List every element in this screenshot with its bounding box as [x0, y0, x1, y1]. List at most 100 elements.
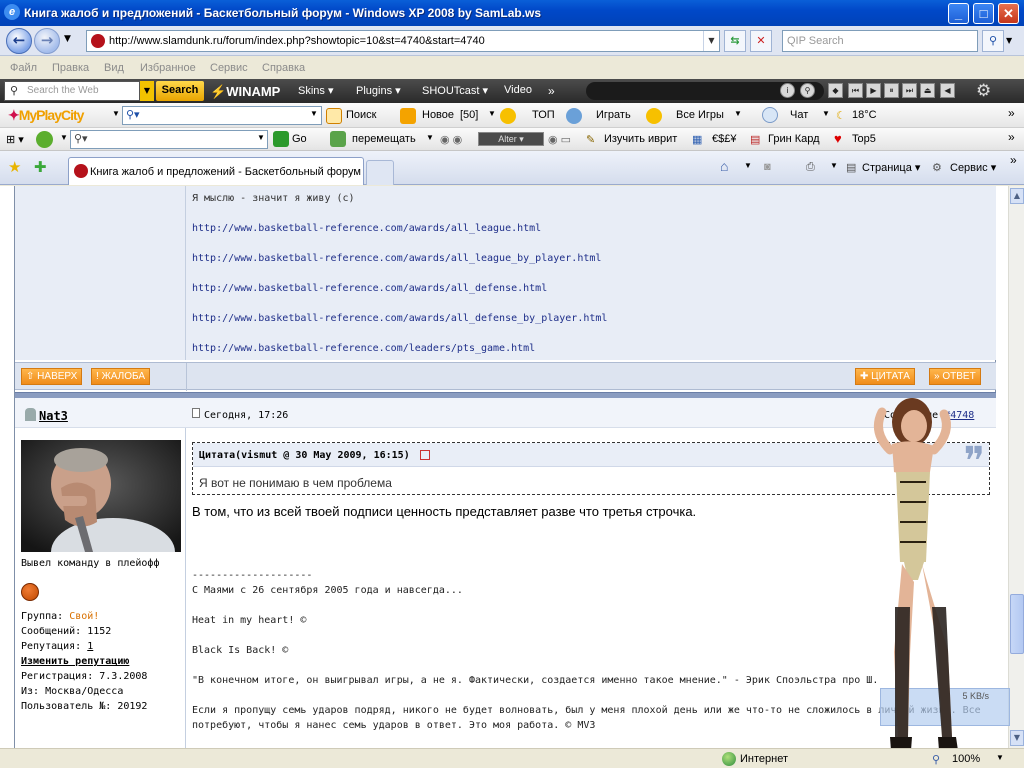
history-dropdown-icon[interactable]: ▼	[64, 34, 71, 44]
chat-icon[interactable]	[762, 107, 778, 123]
report-button[interactable]: ! ЖАЛОБА	[91, 368, 151, 385]
signature-link[interactable]: http://www.basketball-reference.com/awar…	[192, 283, 547, 294]
mute-icon[interactable]: ◀	[940, 83, 955, 98]
bing-dropdown-icon[interactable]: ▼	[60, 133, 68, 142]
myplaycity-logo[interactable]: ✦MyPlayCity	[8, 107, 84, 124]
print-icon[interactable]: ⎙	[806, 161, 815, 174]
more-chevron-icon[interactable]: »	[1010, 153, 1017, 167]
menu-favorites[interactable]: Избранное	[140, 62, 196, 74]
signature-link[interactable]: http://www.basketball-reference.com/awar…	[192, 223, 541, 234]
previous-icon[interactable]: ⏮	[848, 83, 863, 98]
winamp-logo[interactable]: ⚡WINAMP	[210, 84, 280, 100]
menu-shoutcast[interactable]: SHOUTcast ▾	[422, 84, 488, 97]
menu-view[interactable]: Вид	[104, 62, 124, 74]
links-search-input[interactable]: ⚲▾	[70, 130, 268, 149]
favorites-star-icon[interactable]: ★	[8, 158, 21, 176]
winamp-search-button[interactable]: Search	[156, 81, 204, 101]
logo-dropdown-icon[interactable]: ▼	[112, 109, 120, 118]
myplaycity-search-input[interactable]: ⚲▾	[122, 106, 322, 125]
top-icon[interactable]	[500, 108, 516, 124]
new-dropdown-icon[interactable]: ▼	[488, 109, 496, 118]
winamp-search-input[interactable]: ⚲ Search the Web	[4, 81, 140, 101]
pause-icon[interactable]: ⏸	[884, 83, 899, 98]
move-link[interactable]: перемещать	[352, 133, 416, 145]
menu-edit[interactable]: Правка	[52, 62, 89, 74]
refresh-icon[interactable]: ⇆	[724, 30, 746, 52]
play-link[interactable]: Играть	[596, 109, 631, 121]
more-chevron-icon[interactable]: »	[1008, 106, 1015, 120]
play-icon[interactable]: ▶	[866, 83, 881, 98]
info-icon[interactable]: i	[780, 83, 795, 98]
more-chevron-icon[interactable]: »	[1008, 130, 1015, 144]
bing-icon[interactable]	[36, 131, 53, 148]
close-button[interactable]: ✕	[998, 3, 1019, 24]
zoom-level[interactable]: 100%	[952, 753, 980, 765]
back-button[interactable]: ←	[6, 28, 32, 54]
learn-hebrew-link[interactable]: Изучить иврит	[604, 133, 677, 145]
signature-link[interactable]: http://www.basketball-reference.com/awar…	[192, 313, 607, 324]
gear-icon[interactable]: ⚙	[976, 81, 991, 101]
news-icon[interactable]	[400, 108, 416, 124]
all-games-link[interactable]: Все Игры	[676, 109, 724, 121]
menu-video[interactable]: Video	[504, 84, 532, 96]
signature-link[interactable]: http://www.basketball-reference.com/awar…	[192, 253, 601, 264]
back-to-top-button[interactable]: ⇧ НАВЕРХ	[21, 368, 83, 385]
chat-link[interactable]: Чат	[790, 109, 808, 121]
add-favorite-icon[interactable]: ✚	[34, 158, 47, 176]
more-chevron-icon[interactable]: »	[548, 84, 555, 98]
go-arrow-icon[interactable]	[273, 131, 289, 147]
top5-link[interactable]: Top5	[852, 133, 876, 145]
links-search-dropdown-icon[interactable]: ▼	[257, 133, 265, 142]
menu-plugins[interactable]: Plugins ▾	[356, 84, 401, 97]
address-dropdown-icon[interactable]: ▼	[703, 31, 719, 51]
print-dropdown-icon[interactable]: ▼	[830, 161, 838, 170]
change-reputation-link[interactable]: Изменить репутацию	[21, 656, 129, 667]
go-button[interactable]: Go	[292, 133, 307, 145]
poster-username[interactable]: Nat3	[39, 409, 68, 423]
menu-tools[interactable]: Сервис	[210, 62, 248, 74]
scroll-up-icon[interactable]: ▲	[1010, 188, 1024, 204]
menu-help[interactable]: Справка	[262, 62, 305, 74]
new-link[interactable]: Новое	[422, 109, 454, 121]
minimize-button[interactable]: _	[948, 3, 969, 24]
stop-icon[interactable]: ✕	[750, 30, 772, 52]
page-menu[interactable]: Страница ▾	[862, 161, 920, 174]
grip-icon[interactable]: ⊞ ▾	[6, 133, 24, 146]
search-page-icon[interactable]	[326, 108, 342, 124]
move-dropdown-icon[interactable]: ▼	[426, 133, 434, 142]
move-icon[interactable]	[330, 131, 346, 147]
next-icon[interactable]: ⏭	[902, 83, 917, 98]
quote-link-icon[interactable]	[420, 450, 430, 460]
green-card-link[interactable]: Грин Кард	[768, 133, 820, 145]
signature-link[interactable]: http://www.basketball-reference.com/lead…	[192, 343, 535, 354]
play-games-icon[interactable]	[566, 108, 582, 124]
forward-button[interactable]: →	[34, 28, 60, 54]
tab-active[interactable]: Книга жалоб и предложений - Баскетбольны…	[68, 157, 364, 185]
all-games-icon[interactable]	[646, 108, 662, 124]
search-link[interactable]: Поиск	[346, 109, 376, 121]
scroll-down-icon[interactable]: ▼	[1010, 730, 1024, 746]
search-dropdown-icon[interactable]: ▼	[310, 109, 318, 118]
winamp-search-dropdown-icon[interactable]: ▼	[140, 81, 154, 101]
scroll-thumb[interactable]	[1010, 594, 1024, 654]
all-games-dropdown-icon[interactable]: ▼	[734, 109, 742, 118]
address-url[interactable]: http://www.slamdunk.ru/forum/index.php?s…	[109, 35, 485, 47]
maximize-button[interactable]: □	[973, 3, 994, 24]
menu-skins[interactable]: Skins ▾	[298, 84, 333, 97]
volume-icon[interactable]: ◉ ▭	[548, 133, 571, 146]
feeds-icon[interactable]: ◙	[764, 161, 771, 173]
reply-button[interactable]: » ОТВЕТ	[929, 368, 981, 385]
find-icon[interactable]: ⚲	[800, 83, 815, 98]
search-icon[interactable]: ⚲	[982, 30, 1004, 52]
top-link[interactable]: ТОП	[532, 109, 555, 121]
search-dropdown-icon[interactable]: ▼	[1006, 36, 1012, 45]
desktop-dancer-overlay[interactable]	[842, 392, 982, 768]
vertical-scrollbar[interactable]: ▲ ▼	[1008, 186, 1024, 748]
home-dropdown-icon[interactable]: ▼	[744, 161, 752, 170]
volume-icon[interactable]: ◆	[828, 83, 843, 98]
alter-player-display[interactable]: Alter ▾	[478, 132, 544, 146]
currency-link[interactable]: €$£¥	[712, 133, 736, 145]
qip-search-input[interactable]: QIP Search	[782, 30, 978, 52]
eject-icon[interactable]: ⏏	[920, 83, 935, 98]
quote-button[interactable]: ✚ ЦИТАТА	[855, 368, 915, 385]
